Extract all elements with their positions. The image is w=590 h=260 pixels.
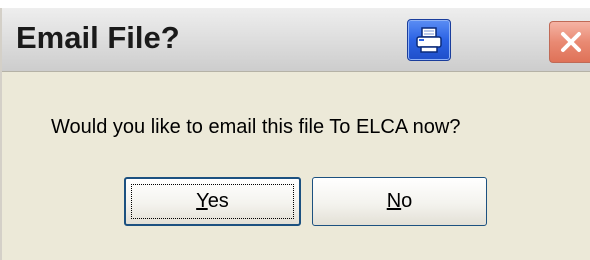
title-bar[interactable]: Email File? (2, 8, 590, 72)
no-button[interactable]: No (312, 177, 487, 226)
yes-label-rest: es (207, 190, 229, 212)
dialog-message: Would you like to email this file To ELC… (51, 116, 461, 138)
printer-icon (416, 27, 442, 53)
close-icon (561, 32, 581, 52)
yes-mnemonic: Y (196, 190, 208, 212)
no-label-rest: o (401, 190, 413, 212)
no-mnemonic: N (386, 190, 402, 212)
dialog-body: Would you like to email this file To ELC… (2, 72, 590, 260)
yes-button-label: Yes (196, 190, 229, 213)
email-file-dialog: Email File? Would you like to email this (0, 8, 590, 260)
close-button[interactable] (549, 21, 590, 63)
dialog-title: Email File? (16, 20, 180, 55)
yes-button[interactable]: Yes (124, 177, 301, 226)
no-button-label: No (387, 190, 413, 213)
print-button[interactable] (407, 19, 451, 61)
